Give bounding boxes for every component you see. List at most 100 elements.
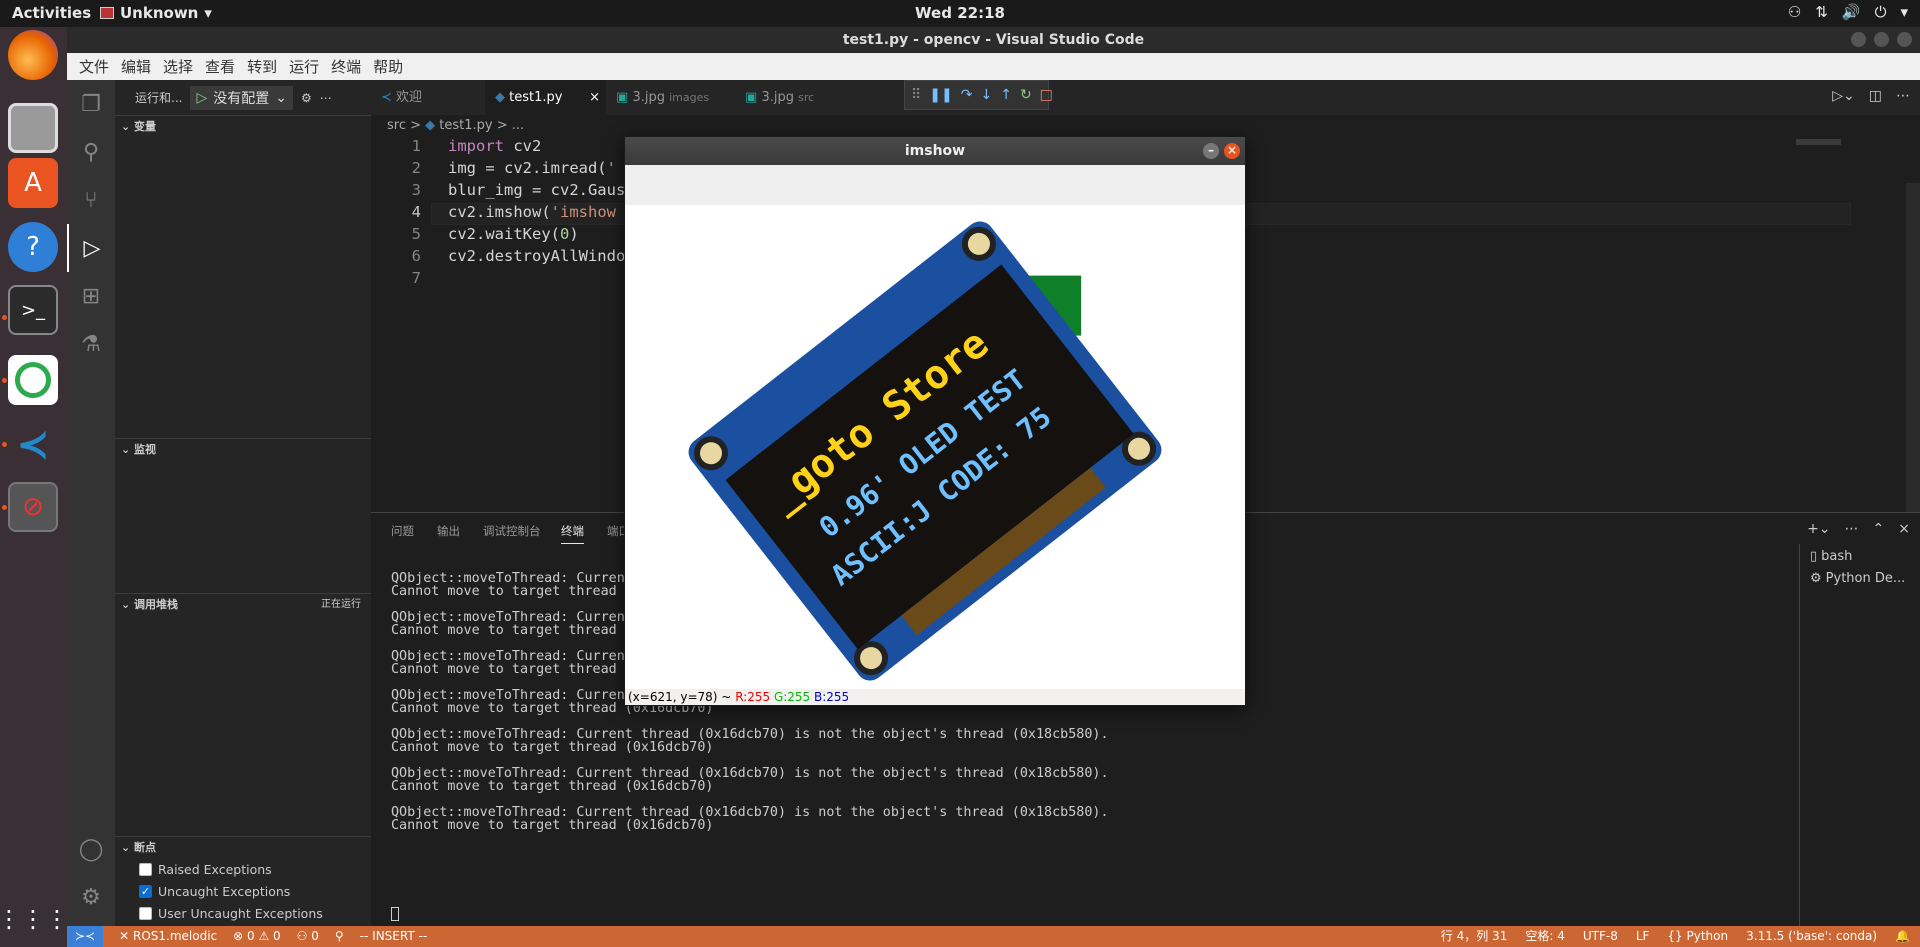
extensions-icon[interactable]: ⊞ (67, 272, 115, 320)
remote-name[interactable]: ✕ ROS1.melodic (119, 926, 217, 947)
network-icon[interactable]: ⇅ (1815, 3, 1828, 21)
menu-view[interactable]: 查看 (199, 56, 241, 77)
close-panel-icon[interactable]: × (1898, 521, 1910, 537)
breadcrumb-folder[interactable]: src (387, 118, 406, 133)
help-icon[interactable]: ? (8, 222, 58, 272)
terminal-item-bash[interactable]: ▯ bash (1810, 549, 1852, 564)
vscode-icon[interactable]: ≺ (8, 420, 58, 470)
checkbox-checked[interactable]: ✓ (139, 885, 152, 898)
firefox-icon[interactable] (8, 30, 58, 80)
menu-terminal[interactable]: 终端 (325, 56, 367, 77)
breakpoints-header[interactable]: ⌄ 断点 (115, 836, 371, 858)
breadcrumb-file[interactable]: test1.py (439, 118, 492, 133)
debug-indicator[interactable]: ⚲ (335, 926, 344, 947)
step-into-icon[interactable]: ↓ (980, 87, 992, 103)
volume-icon[interactable]: 🔊 (1842, 3, 1861, 21)
menu-edit[interactable]: 编辑 (115, 56, 157, 77)
end-of-line[interactable]: LF (1636, 926, 1650, 947)
menu-go[interactable]: 转到 (241, 56, 283, 77)
step-over-icon[interactable]: ↷ (961, 87, 973, 103)
tab-3jpg-src[interactable]: ▣ 3.jpg src (735, 80, 835, 115)
drag-handle-icon[interactable]: ⠿ (911, 87, 921, 103)
terminal-item-python[interactable]: ⚙ Python De... (1810, 571, 1905, 586)
watch-header[interactable]: ⌄ 监视 (115, 438, 371, 460)
new-terminal-icon[interactable]: +⌄ (1807, 521, 1830, 537)
displayed-image[interactable]: _goto Store 0.96' OLED TEST ASCII:J CODE… (625, 205, 1245, 689)
problems-indicator[interactable]: ⊗ 0 ⚠ 0 (233, 926, 281, 947)
search-icon[interactable]: ⚲ (67, 128, 115, 176)
remote-indicator[interactable]: ≻≺ (67, 926, 104, 947)
python-interpreter[interactable]: 3.11.5 ('base': conda) (1746, 926, 1877, 947)
power-icon[interactable]: ⏻ (1875, 3, 1887, 21)
tab-description: src (798, 91, 815, 104)
more-icon[interactable]: ⋯ (1845, 521, 1859, 537)
minimize-icon[interactable]: – (1203, 143, 1219, 159)
imshow-titlebar[interactable]: imshow – × (625, 137, 1245, 165)
checkbox[interactable] (139, 907, 152, 920)
breakpoint-uncaught[interactable]: ✓ Uncaught Exceptions (139, 884, 290, 899)
blocked-window-icon[interactable]: ⊘ (8, 482, 58, 532)
tab-problems[interactable]: 问题 (391, 523, 414, 539)
tab-3jpg-images[interactable]: ▣ 3.jpg images (606, 80, 717, 115)
more-icon[interactable]: ⋯ (320, 91, 332, 105)
app-circle-icon[interactable] (8, 355, 58, 405)
vertical-scrollbar[interactable] (1906, 183, 1920, 513)
source-control-icon[interactable]: ⑂ (67, 176, 115, 224)
pause-icon[interactable]: ❚❚ (929, 87, 952, 103)
caret-down-icon[interactable]: ▾ (1900, 3, 1908, 21)
step-out-icon[interactable]: ↑ (1000, 87, 1012, 103)
close-icon[interactable]: × (1224, 143, 1240, 159)
tab-terminal[interactable]: 终端 (561, 523, 584, 544)
activities-button[interactable]: Activities (12, 4, 91, 22)
language-mode[interactable]: {} Python (1667, 926, 1728, 947)
checkbox[interactable] (139, 863, 152, 876)
menu-file[interactable]: 文件 (73, 56, 115, 77)
show-apps-icon[interactable]: ⋮⋮⋮ (0, 894, 69, 944)
maximize-panel-icon[interactable]: ⌃ (1873, 521, 1885, 537)
tab-test1-py[interactable]: ◆ test1.py × (485, 80, 606, 115)
maximize-icon[interactable] (1874, 32, 1889, 47)
menu-selection[interactable]: 选择 (157, 56, 199, 77)
menu-run[interactable]: 运行 (283, 56, 325, 77)
cursor-position[interactable]: 行 4，列 31 (1441, 926, 1508, 947)
breadcrumb-symbol[interactable]: ... (512, 118, 524, 133)
callstack-status: 正在运行 (321, 599, 361, 610)
manage-gear-icon[interactable]: ⚙ (67, 873, 115, 921)
variables-header[interactable]: ⌄ 变量 (115, 115, 371, 137)
breakpoint-user-uncaught[interactable]: User Uncaught Exceptions (139, 906, 323, 921)
imshow-window[interactable]: imshow – × _goto Store 0.96' OLED TEST A… (624, 136, 1246, 706)
more-actions-icon[interactable]: ⋯ (1896, 88, 1910, 104)
breakpoint-raised[interactable]: Raised Exceptions (139, 862, 272, 877)
callstack-header[interactable]: ⌄ 调用堆栈 正在运行 (115, 593, 371, 615)
stop-icon[interactable]: □ (1040, 87, 1053, 103)
encoding[interactable]: UTF-8 (1583, 926, 1618, 947)
clock[interactable]: Wed 22:18 (0, 4, 1920, 22)
tab-debug-console[interactable]: 调试控制台 (483, 523, 541, 539)
tab-output[interactable]: 输出 (437, 523, 460, 539)
app-menu[interactable]: Unknown ▾ (100, 4, 212, 22)
run-debug-icon[interactable]: ▷ (67, 224, 115, 272)
minimap[interactable] (1796, 139, 1841, 145)
system-tray[interactable]: ⚇ ⇅ 🔊 ⏻ ▾ (1788, 3, 1908, 21)
accessibility-icon[interactable]: ⚇ (1788, 3, 1801, 21)
files-icon[interactable] (8, 103, 58, 153)
start-debug-button[interactable]: ▷ 没有配置 ⌄ (190, 85, 293, 110)
terminal-icon[interactable]: >_ (8, 285, 58, 335)
run-file-icon[interactable]: ▷⌄ (1832, 88, 1855, 104)
software-center-icon[interactable]: A (8, 158, 58, 208)
testing-icon[interactable]: ⚗ (67, 320, 115, 368)
split-editor-icon[interactable]: ◫ (1869, 88, 1882, 104)
gear-icon[interactable]: ⚙ (301, 91, 312, 105)
tab-welcome[interactable]: ≺ 欢迎 (371, 80, 485, 115)
account-icon[interactable]: ◯ (67, 825, 115, 873)
config-select[interactable]: 没有配置 (213, 88, 269, 108)
close-icon[interactable] (1897, 32, 1912, 47)
close-icon[interactable]: × (589, 80, 600, 115)
explorer-icon[interactable]: ❐ (67, 80, 115, 128)
restart-icon[interactable]: ↻ (1020, 87, 1032, 103)
minimize-icon[interactable] (1851, 32, 1866, 47)
indentation[interactable]: 空格: 4 (1525, 926, 1565, 947)
notifications-icon[interactable]: 🔔 (1895, 926, 1910, 947)
menu-help[interactable]: 帮助 (367, 56, 409, 77)
ports-indicator[interactable]: ⚇ 0 (297, 926, 319, 947)
